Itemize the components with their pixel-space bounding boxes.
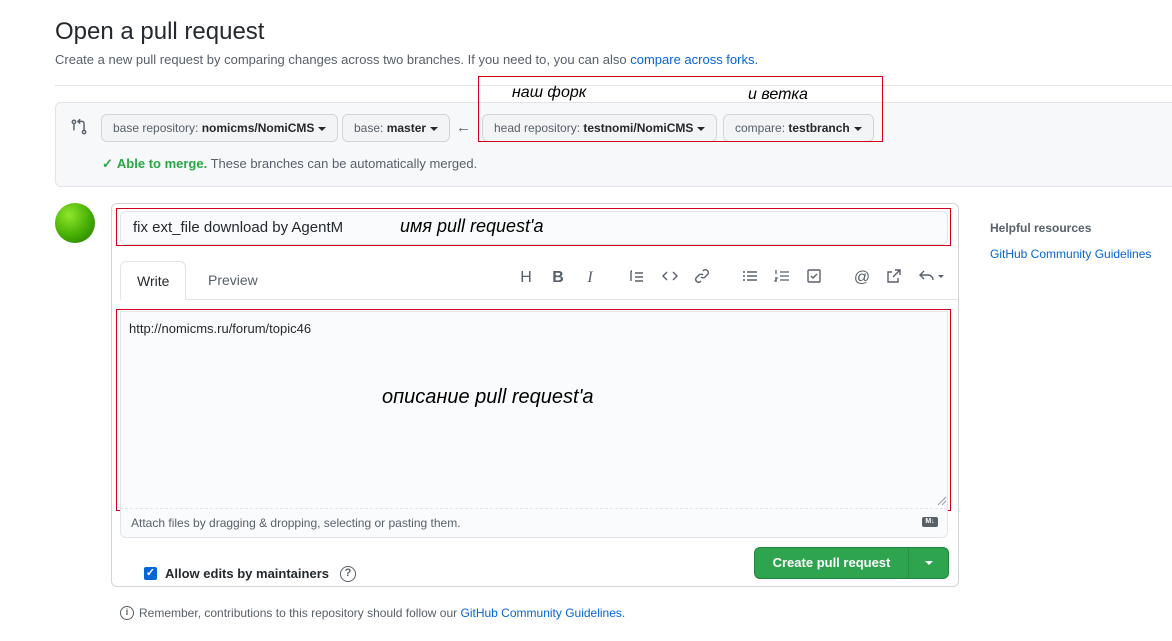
- link-icon[interactable]: [692, 268, 712, 288]
- footer-end: .: [621, 606, 626, 620]
- reference-icon[interactable]: [884, 268, 904, 288]
- subtitle-text: Create a new pull request by comparing c…: [55, 52, 631, 67]
- base-value: master: [386, 121, 427, 135]
- community-guidelines-link[interactable]: GitHub Community Guidelines: [461, 606, 622, 620]
- create-options-dropdown[interactable]: [908, 547, 949, 579]
- compare-icon: [71, 118, 87, 135]
- heading-icon[interactable]: H: [516, 268, 536, 288]
- tab-preview[interactable]: Preview: [192, 261, 274, 300]
- mention-icon[interactable]: @: [852, 268, 872, 288]
- helpful-resources-title: Helpful resources: [990, 221, 1092, 235]
- annotation-pr-name: имя pull request'a: [400, 216, 544, 236]
- annotation-box-body: [116, 309, 951, 511]
- base-repo-value: nomicms/NomiCMS: [201, 121, 315, 135]
- check-icon: ✓: [102, 156, 113, 171]
- base-branch-select[interactable]: base: master: [342, 114, 451, 142]
- footer-note: Remember, contributions to this reposito…: [139, 606, 625, 620]
- question-icon[interactable]: ?: [340, 566, 356, 582]
- unordered-list-icon[interactable]: [740, 268, 760, 288]
- base-repo-label: base repository:: [113, 121, 202, 135]
- info-icon: i: [120, 606, 134, 620]
- caret-down-icon: [430, 126, 439, 131]
- merge-status: ✓ Able to merge. These branches can be au…: [102, 156, 477, 172]
- annotation-branch: и ветка: [748, 86, 808, 103]
- merge-ok-text: Able to merge.: [116, 156, 208, 171]
- bold-icon[interactable]: B: [548, 268, 568, 288]
- merge-text: These branches can be automatically merg…: [207, 156, 478, 171]
- base-label: base:: [354, 121, 387, 135]
- caret-down-icon: [925, 561, 933, 565]
- italic-icon[interactable]: I: [580, 268, 600, 288]
- task-list-icon[interactable]: [804, 268, 824, 288]
- annotation-fork: наш форк: [512, 84, 587, 101]
- tab-write[interactable]: Write: [120, 261, 187, 300]
- avatar[interactable]: [55, 203, 95, 243]
- arrow-left-icon: ←: [456, 119, 471, 136]
- base-repository-select[interactable]: base repository: nomicms/NomiCMS: [101, 114, 339, 142]
- create-pull-request-button[interactable]: Create pull request: [754, 547, 909, 579]
- code-icon[interactable]: [660, 268, 680, 288]
- markdown-icon[interactable]: M↓: [922, 517, 938, 527]
- allow-edits-label[interactable]: Allow edits by maintainers: [165, 566, 329, 581]
- attach-files-bar[interactable]: Attach files by dragging & dropping, sel…: [120, 508, 948, 538]
- caret-down-icon: [318, 126, 327, 131]
- quote-icon[interactable]: [627, 268, 647, 288]
- saved-replies-icon[interactable]: [918, 268, 946, 288]
- compare-forks-link[interactable]: compare across forks.: [630, 52, 758, 67]
- footer-text: Remember, contributions to this reposito…: [139, 606, 461, 620]
- ordered-list-icon[interactable]: [772, 268, 792, 288]
- allow-edits-checkbox[interactable]: ✓: [144, 567, 157, 580]
- page-subtitle: Create a new pull request by comparing c…: [55, 52, 758, 67]
- page-title: Open a pull request: [55, 18, 265, 45]
- annotation-pr-desc: описание pull request'a: [382, 386, 594, 408]
- helpful-guidelines-link[interactable]: GitHub Community Guidelines: [990, 247, 1151, 261]
